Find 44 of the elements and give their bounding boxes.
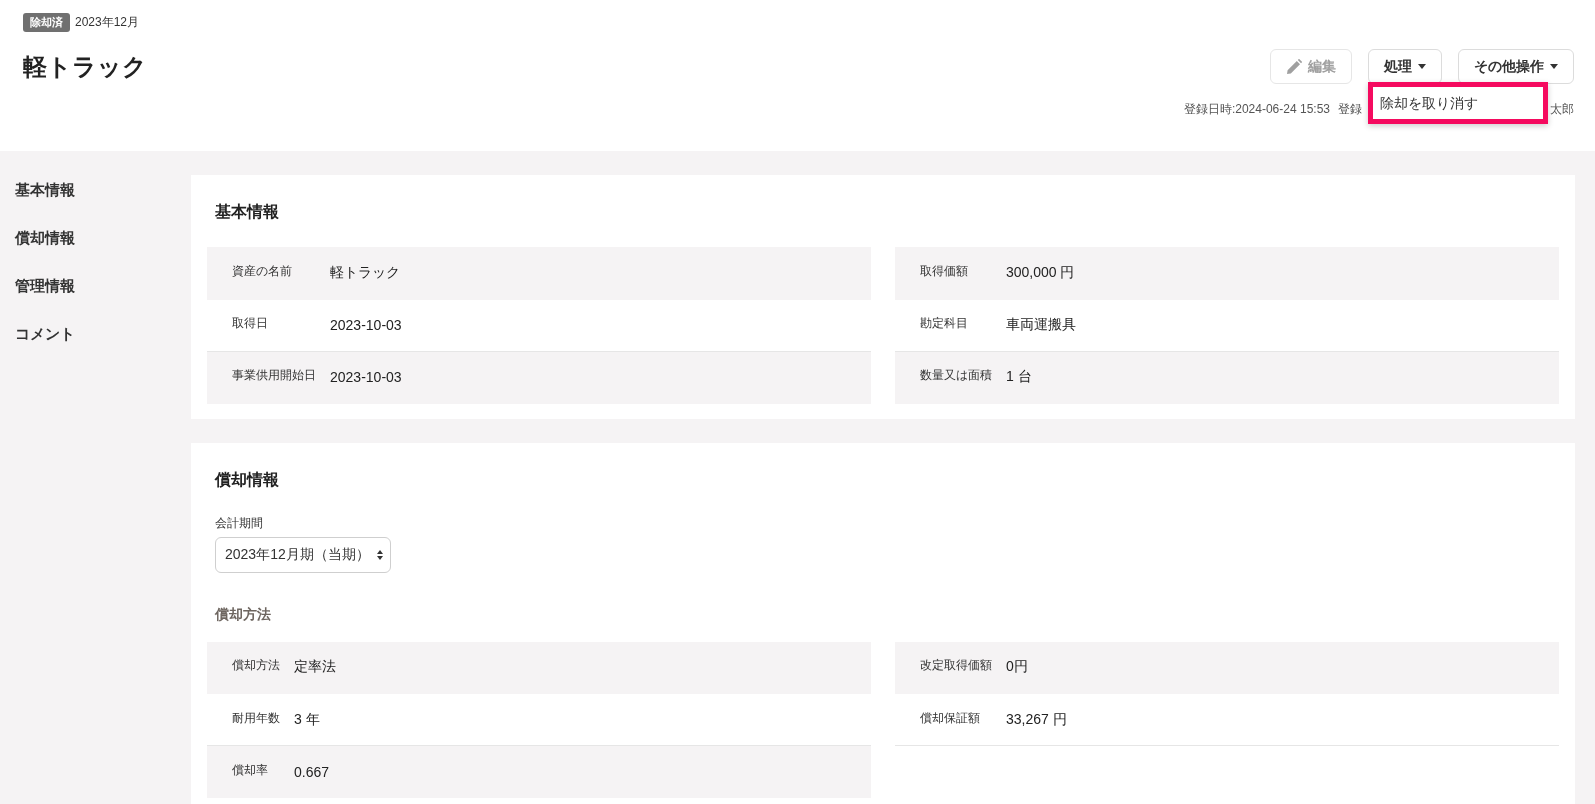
menu-item[interactable]: 除却を取り消す: [1373, 87, 1543, 119]
field-value: 0円: [1006, 641, 1559, 694]
dropdown-button[interactable]: 処理: [1368, 49, 1442, 84]
field-label: 数量又は面積: [895, 351, 1006, 403]
caret-icon: [1550, 64, 1558, 69]
sidebar-link[interactable]: 管理情報: [15, 276, 75, 296]
field-value: 2023-10-03: [330, 299, 871, 351]
sidebar-link[interactable]: 償却情報: [15, 228, 75, 248]
subsection-title: 償却方法: [215, 604, 272, 624]
section-title: 償却情報: [215, 469, 280, 490]
field-label: 会計期間: [215, 514, 264, 531]
field-value: 1 台: [1006, 351, 1559, 403]
meta-text: 太郎: [1550, 101, 1574, 117]
field-label: 償却率: [207, 745, 294, 798]
field-value: 軽トラック: [330, 247, 871, 299]
section-title: 基本情報: [215, 202, 280, 222]
sidebar-link[interactable]: 基本情報: [15, 180, 75, 200]
sidebar-link[interactable]: コメント: [15, 324, 75, 344]
caret-icon: [1418, 64, 1426, 69]
field-value: 車両運搬具: [1006, 299, 1559, 351]
field-label: 償却保証額: [895, 693, 1006, 746]
field-label: 改定取得価額: [895, 641, 1006, 694]
field-value: 3 年: [294, 693, 871, 746]
dropdown-button[interactable]: その他操作: [1458, 49, 1574, 84]
field-label: 資産の名前: [207, 247, 330, 299]
field-value: 0.667: [294, 745, 871, 798]
field-value: 33,267 円: [1006, 693, 1559, 746]
field-label: 取得日: [207, 299, 330, 351]
field-value: 定率法: [294, 641, 871, 694]
period-select[interactable]: 2023年12月期（当期）: [215, 536, 391, 573]
field-value: 300,000 円: [1006, 247, 1559, 299]
meta-text: 登録日時:2024-06-24 15:53: [1183, 101, 1330, 117]
field-label: 償却方法: [207, 641, 294, 694]
field-label: 取得価額: [895, 247, 1006, 299]
field-label: 耐用年数: [207, 693, 294, 746]
field-value: 2023-10-03: [330, 351, 871, 403]
field-label: 事業供用開始日: [207, 351, 330, 403]
page-title: 軽トラック: [23, 52, 147, 82]
pencil-icon: [1286, 58, 1302, 75]
status-badge: 除却済: [23, 13, 70, 32]
field-label: 勘定科目: [895, 299, 1006, 351]
updown-arrows-icon: [377, 549, 383, 560]
meta-text: 登録: [1338, 101, 1362, 117]
period-text: 2023年12月: [75, 14, 140, 31]
